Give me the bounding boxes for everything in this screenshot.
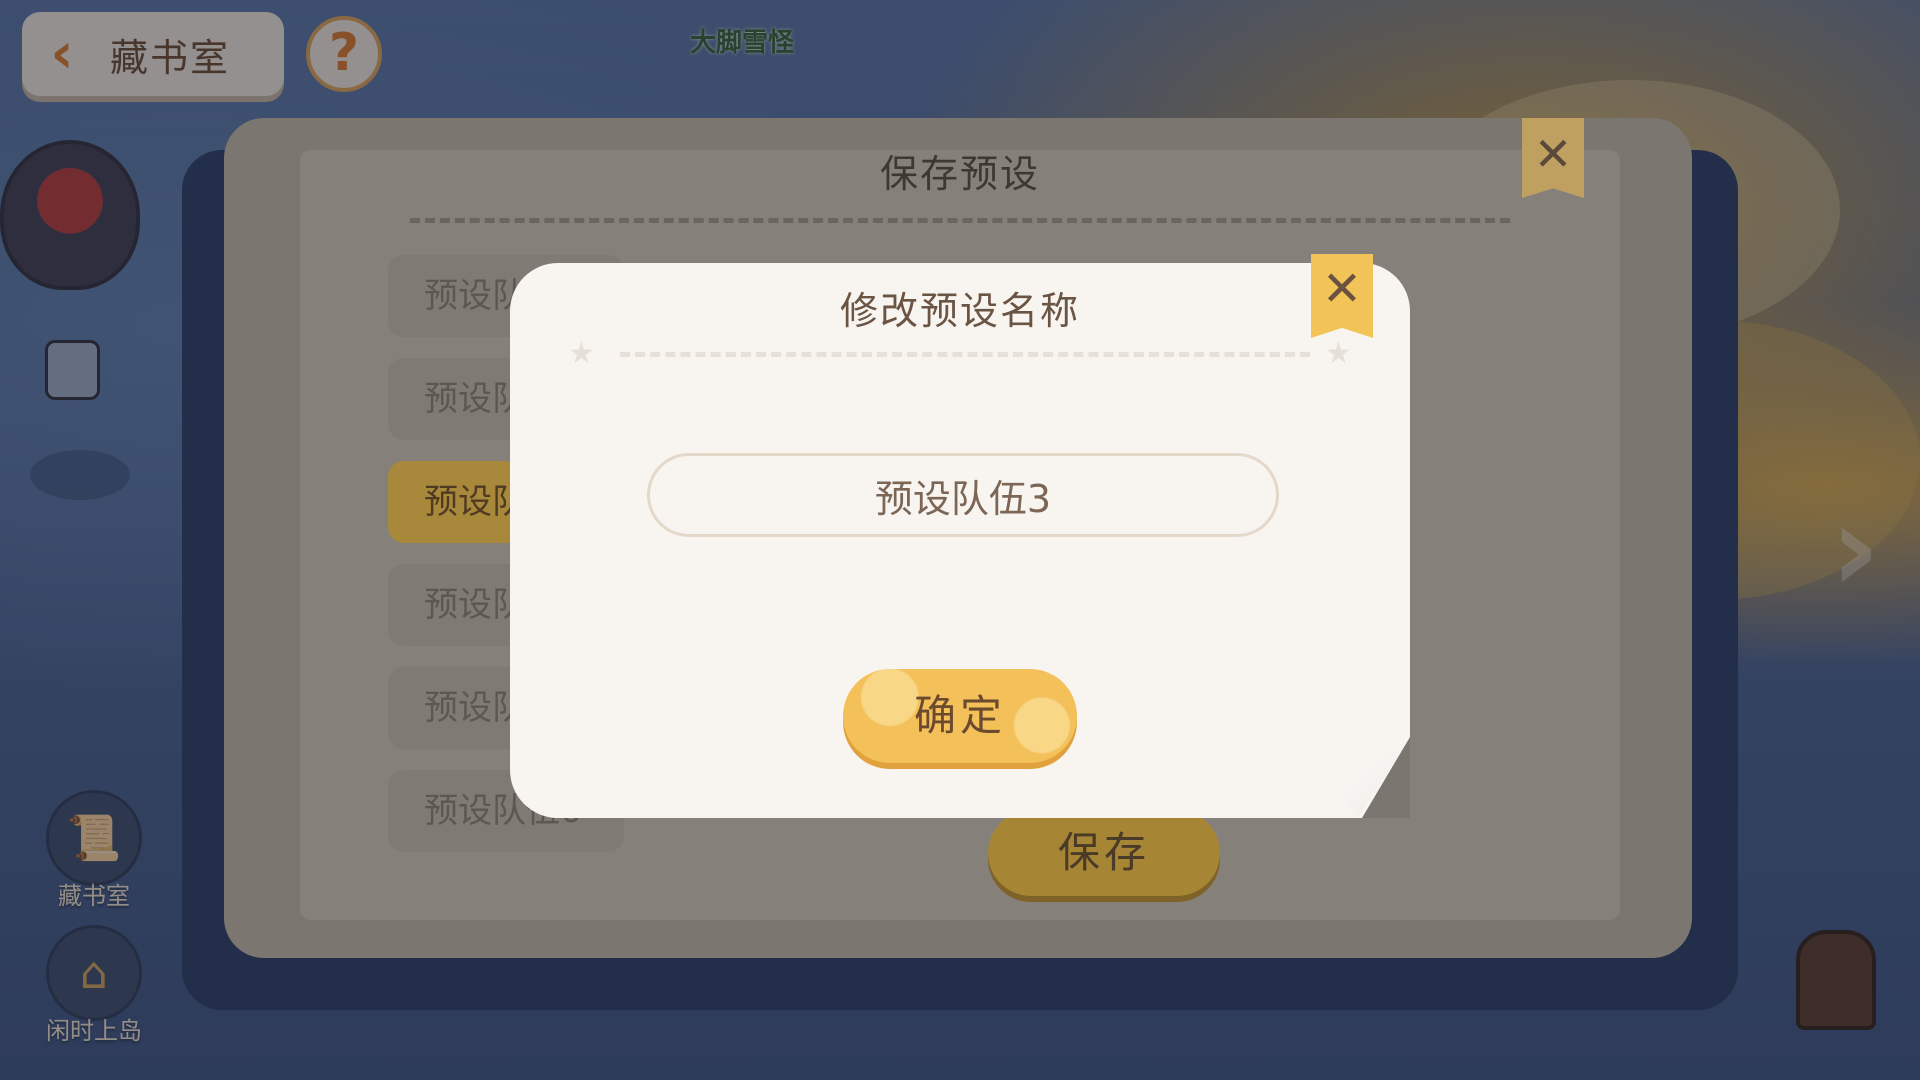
star-icon: ★ <box>1325 336 1352 371</box>
panel-divider <box>410 218 1510 223</box>
save-preset-title: 保存预设 <box>879 152 1040 196</box>
dialog-divider <box>620 352 1310 357</box>
save-button[interactable]: 保存 <box>988 810 1220 896</box>
preset-name-input[interactable] <box>647 453 1279 537</box>
star-icon: ★ <box>568 336 595 371</box>
dialog-close-button[interactable]: ✕ <box>1311 254 1373 338</box>
confirm-button[interactable]: 确定 <box>843 669 1077 763</box>
panel-close-button[interactable]: ✕ <box>1522 118 1584 198</box>
dialog-title: 修改预设名称 <box>839 289 1080 333</box>
